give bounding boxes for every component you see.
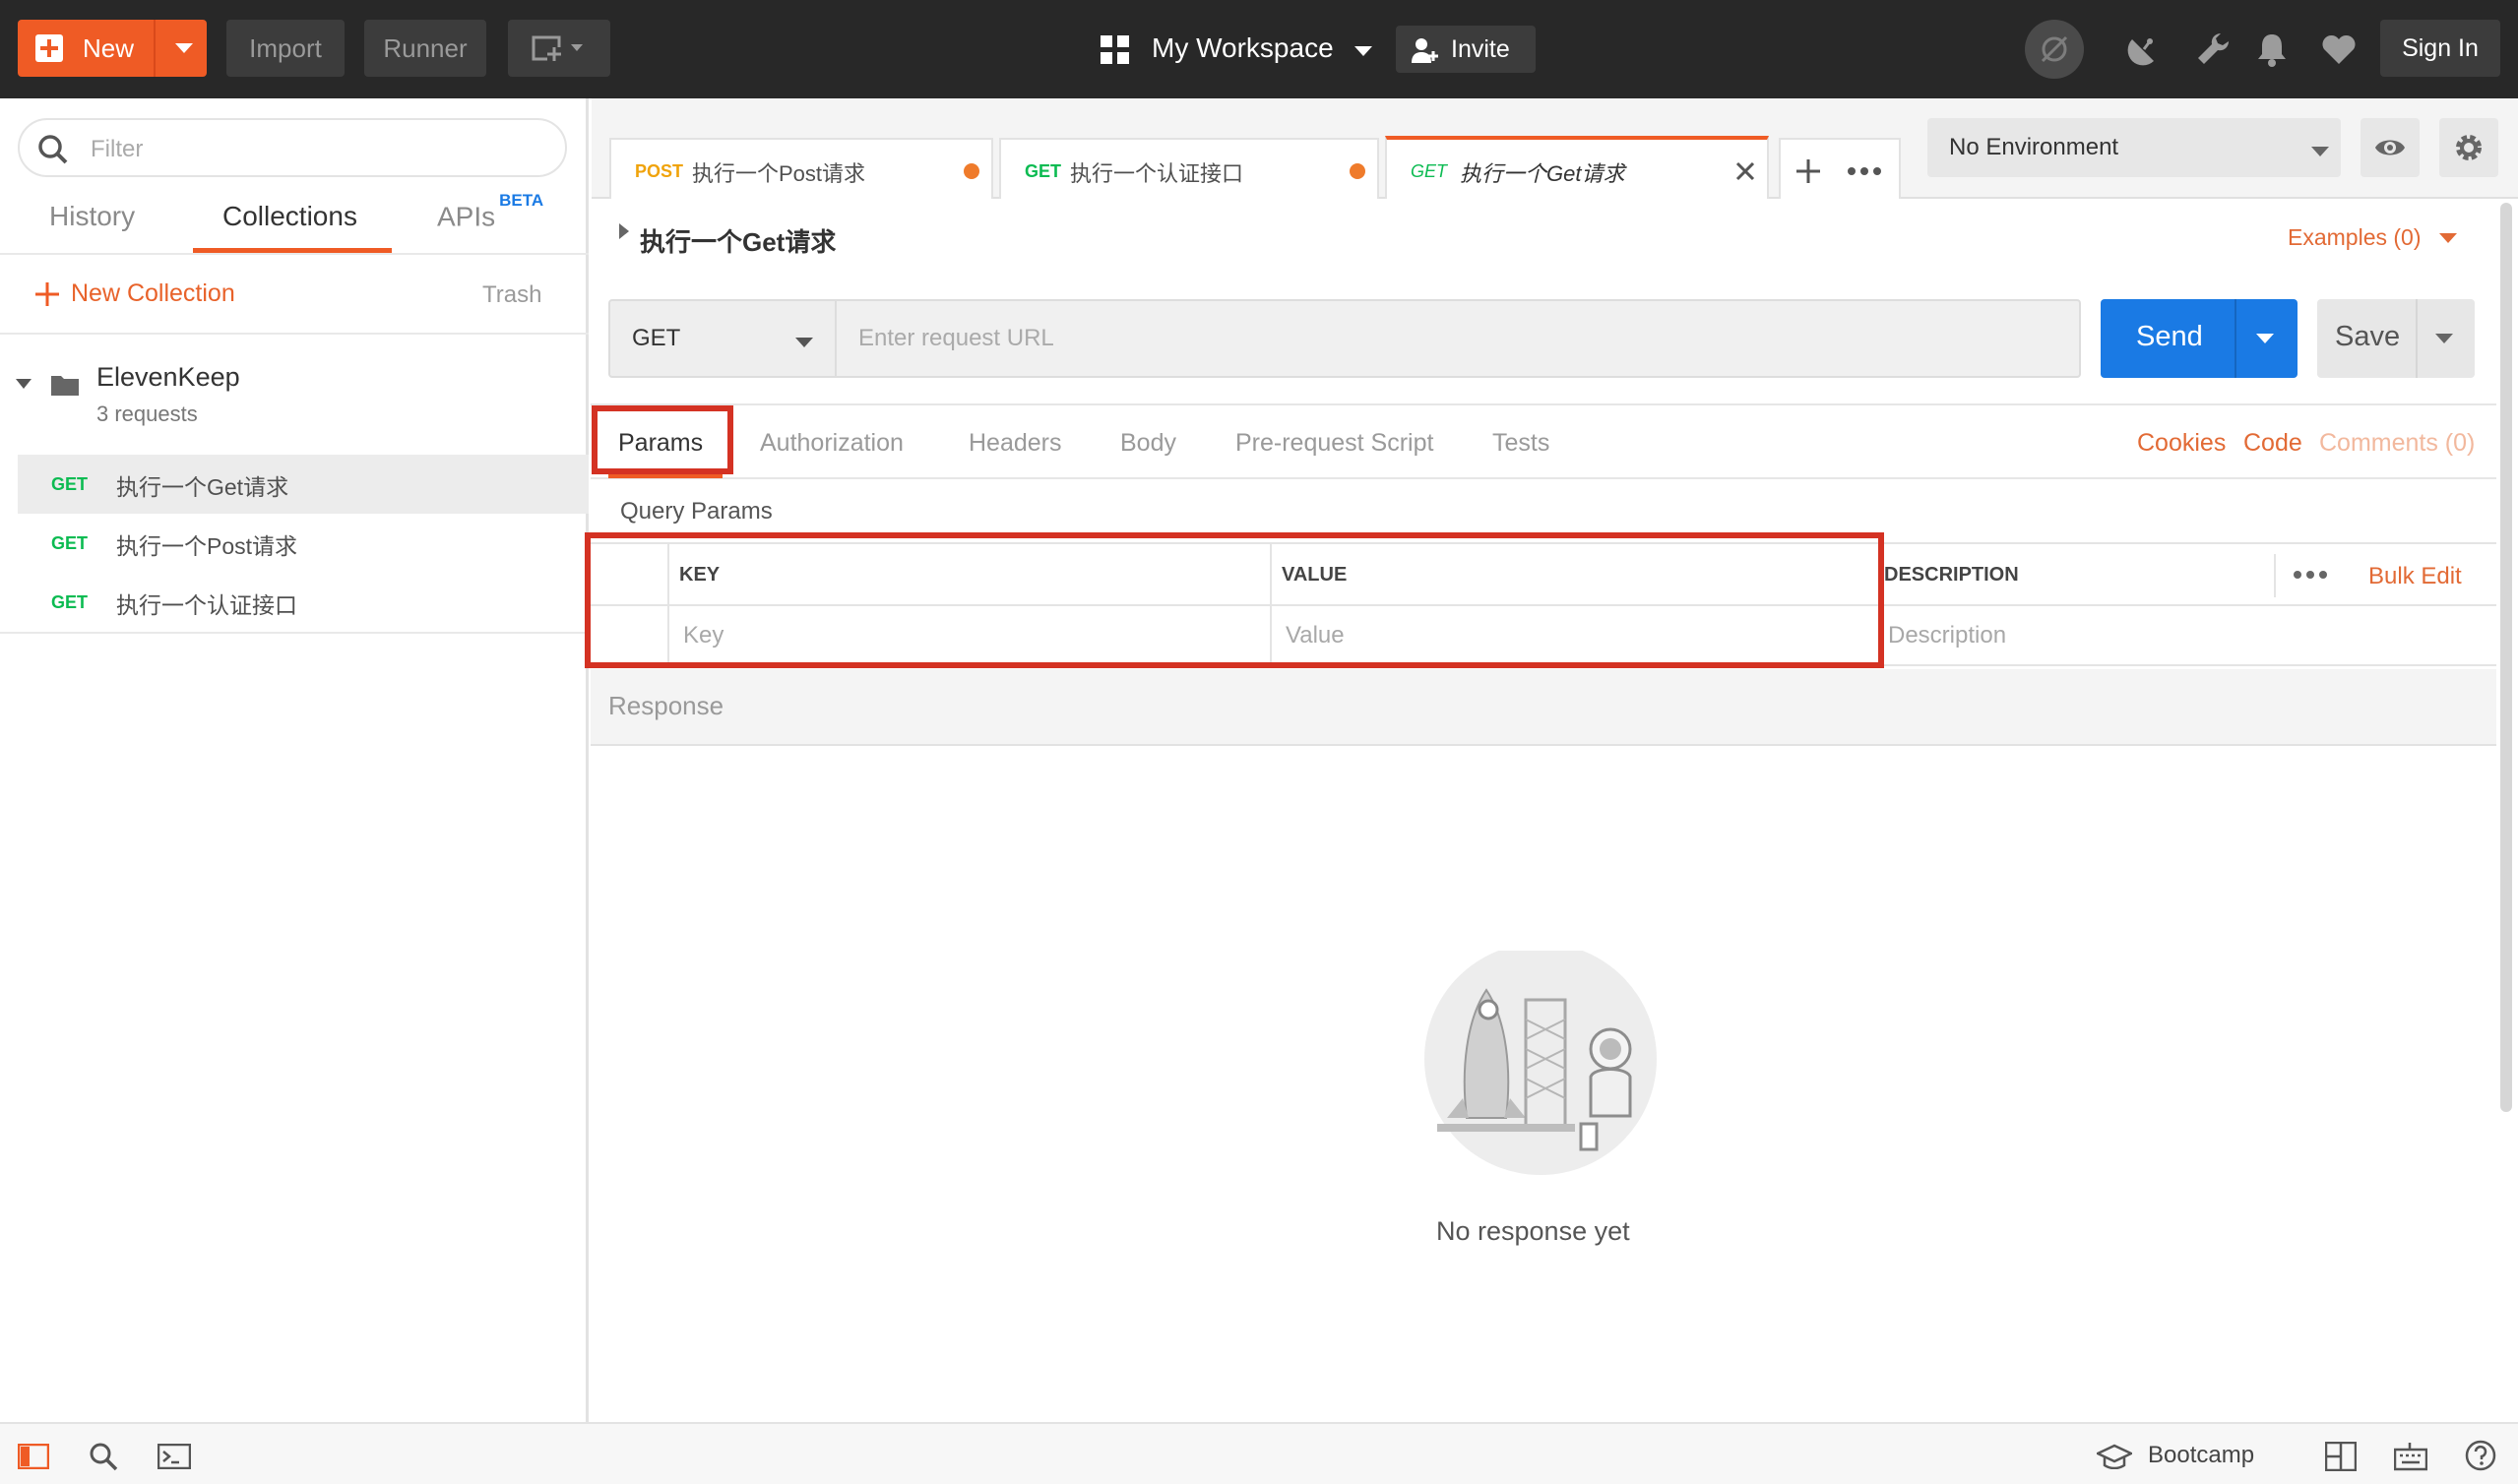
new-button-label: New <box>83 33 135 63</box>
response-header: Response <box>591 669 2496 746</box>
request-title: 执行一个Get请求 <box>640 227 837 257</box>
more-icon[interactable] <box>1848 167 1881 175</box>
new-button[interactable]: New <box>18 20 207 77</box>
highlight-box <box>585 532 1884 668</box>
workspace-grid-icon <box>1101 35 1130 70</box>
plus-icon <box>35 34 63 62</box>
tab-history[interactable]: History <box>49 201 135 232</box>
list-item[interactable]: GET 执行一个Post请求 <box>18 514 589 573</box>
wrench-icon[interactable] <box>2195 31 2231 67</box>
beta-badge: BETA <box>499 191 544 210</box>
list-item[interactable]: GET 执行一个Get请求 <box>18 455 589 514</box>
add-user-icon <box>1412 38 1438 63</box>
eye-icon <box>2375 140 2405 155</box>
cookies-link[interactable]: Cookies <box>2137 429 2226 458</box>
sidebar: Filter History Collections APIsBETA New … <box>0 98 589 1422</box>
more-icon[interactable] <box>2294 571 2327 579</box>
save-button[interactable]: Save <box>2317 299 2475 378</box>
chevron-down-icon[interactable] <box>16 376 31 394</box>
highlight-box <box>592 405 733 474</box>
scrollbar[interactable] <box>2500 203 2512 1112</box>
chevron-down-icon[interactable] <box>175 43 193 53</box>
tab-apis[interactable]: APIsBETA <box>437 191 543 232</box>
chevron-down-icon <box>2311 144 2329 161</box>
collection-item[interactable]: ElevenKeep 3 requests <box>0 348 589 431</box>
tab-body[interactable]: Body <box>1120 429 1176 458</box>
no-response-text: No response yet <box>1436 1216 1630 1246</box>
chevron-down-icon[interactable] <box>1354 43 1372 61</box>
keyboard-shortcuts-icon[interactable] <box>2394 1442 2427 1471</box>
query-params-heading: Query Params <box>620 498 773 525</box>
environment-bar: No Environment <box>1908 98 2518 199</box>
close-icon[interactable] <box>1735 161 1755 181</box>
heart-icon[interactable] <box>2321 33 2357 65</box>
request-tabs: POST 执行一个Post请求 GET 执行一个认证接口 GET 执行一个Get… <box>592 98 1908 199</box>
tab-get-request[interactable]: GET 执行一个Get请求 <box>1385 136 1769 199</box>
chevron-down-icon <box>795 335 813 352</box>
bulk-edit-link[interactable]: Bulk Edit <box>2368 563 2462 590</box>
tab-authorization[interactable]: Authorization <box>760 429 904 458</box>
list-item[interactable]: GET 执行一个认证接口 <box>18 573 589 632</box>
send-button[interactable]: Send <box>2101 299 2298 378</box>
tab-actions <box>1779 138 1901 199</box>
rocket-illustration <box>1424 951 1657 1175</box>
import-button[interactable]: Import <box>226 20 345 77</box>
new-collection-button[interactable]: New Collection <box>35 279 235 308</box>
filter-input[interactable]: Filter <box>18 118 567 177</box>
toggle-sidebar-icon[interactable] <box>18 1444 49 1469</box>
gear-icon <box>2456 135 2482 160</box>
sync-off-icon[interactable] <box>2025 20 2084 79</box>
new-window-button[interactable] <box>508 20 610 77</box>
folder-icon <box>51 376 79 396</box>
search-icon <box>38 135 68 164</box>
filter-placeholder: Filter <box>91 136 144 162</box>
help-icon[interactable] <box>2465 1440 2496 1471</box>
trash-link[interactable]: Trash <box>482 281 541 309</box>
chevron-down-icon[interactable] <box>2435 331 2453 348</box>
description-input[interactable]: Description <box>1888 622 2006 649</box>
url-input[interactable]: Enter request URL <box>837 299 2081 378</box>
top-bar: New Import Runner My Workspace Invite Si… <box>0 0 2518 98</box>
tab-post-request[interactable]: POST 执行一个Post请求 <box>609 138 993 199</box>
chevron-right-icon[interactable] <box>618 222 630 245</box>
sign-in-button[interactable]: Sign In <box>2380 20 2500 77</box>
collection-name: ElevenKeep <box>96 362 240 392</box>
examples-dropdown[interactable]: Examples (0) <box>2288 224 2457 251</box>
unsaved-dot <box>964 163 979 179</box>
code-link[interactable]: Code <box>2243 429 2302 458</box>
graduation-cap-icon <box>2097 1444 2132 1469</box>
unsaved-dot <box>1350 163 1365 179</box>
bootcamp-link[interactable]: Bootcamp <box>2148 1442 2254 1469</box>
active-tab-indicator <box>608 474 723 478</box>
manage-environments-button[interactable] <box>2439 118 2498 177</box>
column-header-description: DESCRIPTION <box>1884 564 2019 586</box>
status-bar: Bootcamp <box>0 1422 2518 1484</box>
method-select[interactable]: GET <box>608 299 837 378</box>
collection-count: 3 requests <box>96 402 198 426</box>
plus-icon <box>35 281 59 306</box>
invite-button[interactable]: Invite <box>1396 26 1536 73</box>
environment-select[interactable]: No Environment <box>1927 118 2341 177</box>
tab-tests[interactable]: Tests <box>1492 429 1549 458</box>
environment-quick-look-button[interactable] <box>2361 118 2420 177</box>
tab-auth-request[interactable]: GET 执行一个认证接口 <box>999 138 1379 199</box>
two-pane-view-icon[interactable] <box>2325 1442 2357 1471</box>
comments-link[interactable]: Comments (0) <box>2319 429 2475 458</box>
tab-pre-request-script[interactable]: Pre-request Script <box>1235 429 1433 458</box>
workspace-switcher[interactable]: My Workspace <box>1152 32 1334 64</box>
chevron-down-icon[interactable] <box>2256 331 2274 348</box>
runner-button[interactable]: Runner <box>364 20 486 77</box>
plus-icon[interactable] <box>1796 159 1820 183</box>
satellite-icon[interactable] <box>2126 31 2162 67</box>
chevron-down-icon <box>2438 224 2457 250</box>
new-window-icon <box>532 35 583 61</box>
bell-icon[interactable] <box>2256 31 2288 67</box>
console-icon[interactable] <box>157 1444 191 1469</box>
tab-headers[interactable]: Headers <box>969 429 1062 458</box>
find-replace-icon[interactable] <box>89 1442 118 1471</box>
tab-collections[interactable]: Collections <box>222 201 357 232</box>
